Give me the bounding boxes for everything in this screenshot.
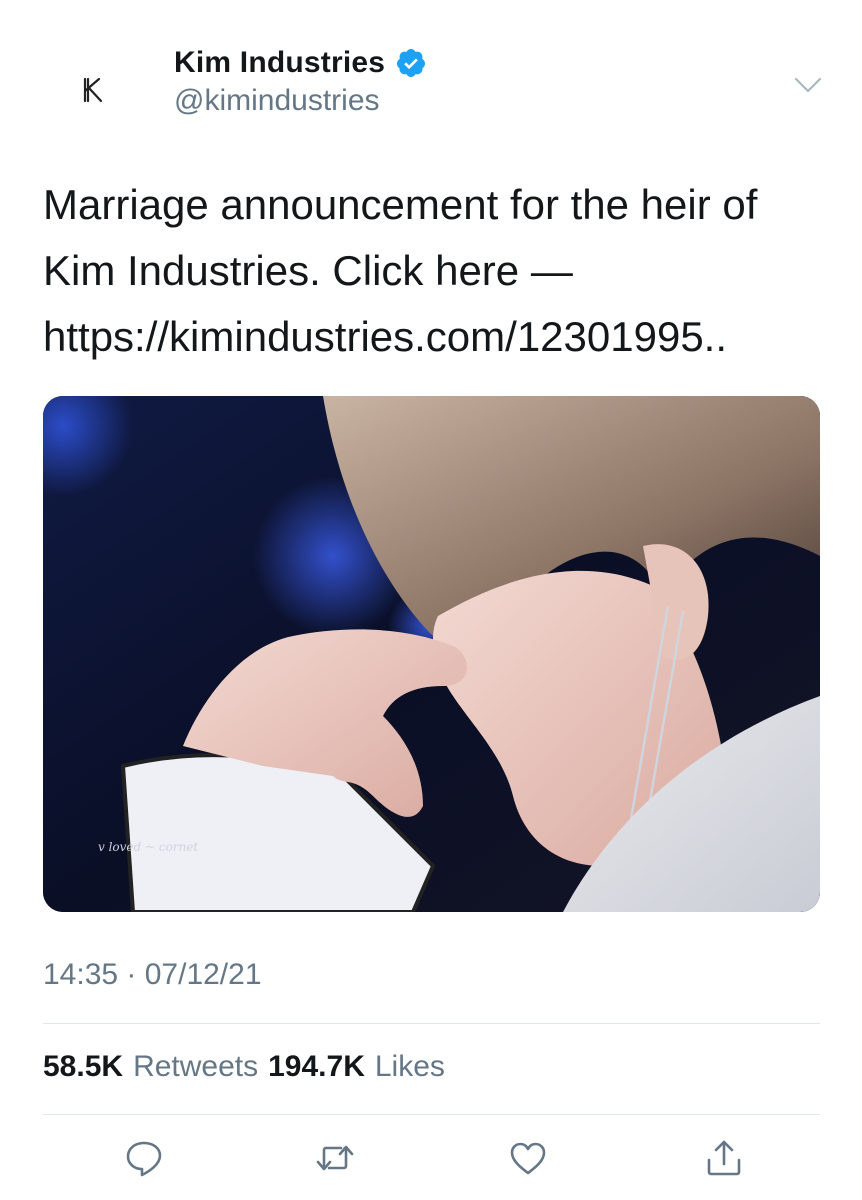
retweets-label: Retweets bbox=[133, 1050, 259, 1083]
likes-stat[interactable]: 194.7K Likes bbox=[268, 1050, 445, 1084]
more-options-button[interactable] bbox=[790, 66, 826, 102]
engagement-stats: 58.5K Retweets 194.7K Likes bbox=[43, 1050, 445, 1084]
divider bbox=[43, 1023, 820, 1024]
image-watermark: v loved ~ cornet bbox=[98, 840, 198, 854]
heart-icon bbox=[510, 1142, 546, 1175]
likes-label: Likes bbox=[374, 1050, 445, 1083]
share-button[interactable] bbox=[702, 1136, 746, 1180]
k-logo-icon bbox=[83, 77, 103, 103]
retweets-count: 58.5K bbox=[43, 1050, 124, 1083]
tweet-detail: Kim Industries @kimindustries Marriage a… bbox=[0, 0, 862, 1200]
verified-badge-icon bbox=[395, 47, 427, 79]
tweet-timestamp[interactable]: 14:35 · 07/12/21 bbox=[43, 958, 262, 992]
likes-count: 194.7K bbox=[268, 1050, 365, 1083]
chevron-down-icon bbox=[794, 77, 822, 93]
account-handle[interactable]: @kimindustries bbox=[174, 84, 380, 118]
share-upload-icon bbox=[707, 1140, 741, 1176]
retweet-arrows-icon bbox=[316, 1145, 354, 1171]
divider bbox=[43, 1114, 820, 1115]
photo-illustration: v loved ~ cornet bbox=[43, 396, 820, 912]
reply-button[interactable] bbox=[122, 1136, 166, 1180]
retweets-stat[interactable]: 58.5K Retweets bbox=[43, 1050, 258, 1084]
avatar[interactable] bbox=[66, 62, 122, 118]
author-name-row: Kim Industries bbox=[174, 42, 427, 84]
tweet-image[interactable]: v loved ~ cornet bbox=[43, 396, 820, 912]
speech-bubble-icon bbox=[126, 1141, 162, 1177]
tweet-text: Marriage announcement for the heir of Ki… bbox=[43, 181, 758, 360]
display-name[interactable]: Kim Industries bbox=[174, 46, 385, 80]
like-button[interactable] bbox=[506, 1136, 550, 1180]
retweet-button[interactable] bbox=[313, 1136, 357, 1180]
